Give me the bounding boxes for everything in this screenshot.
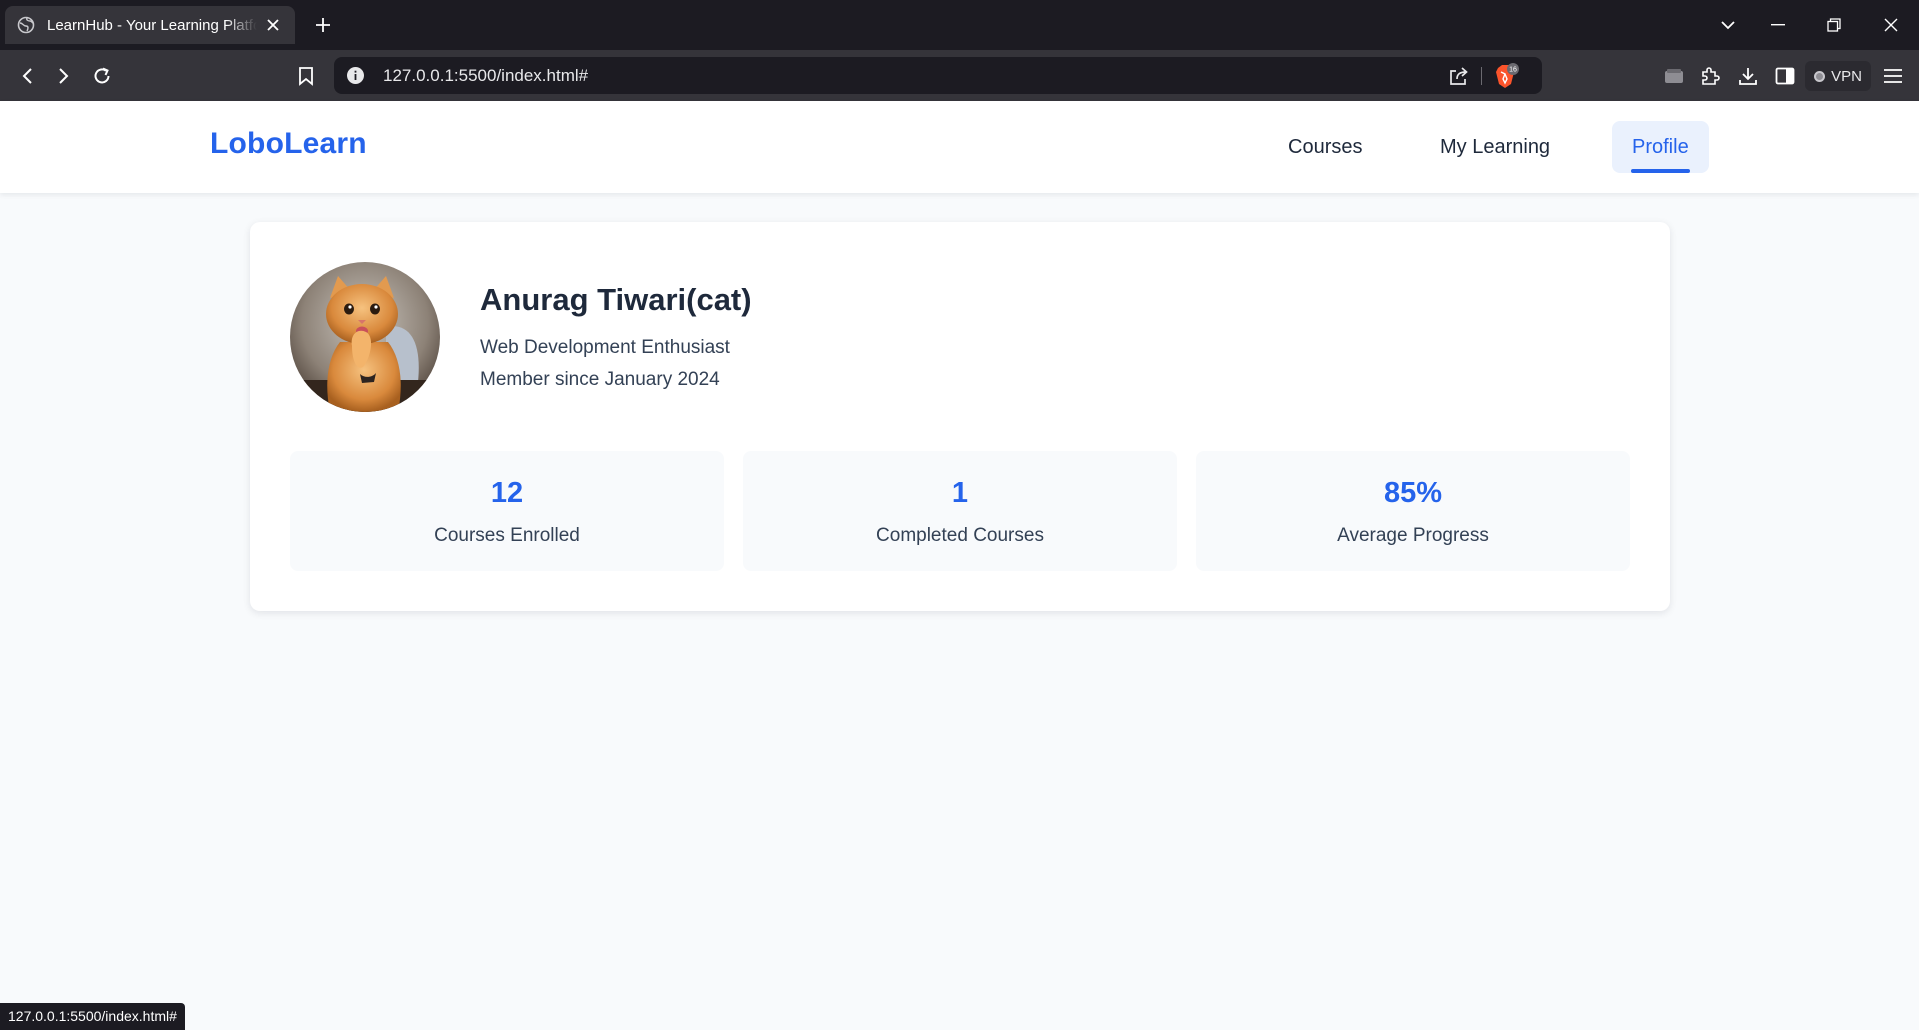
- close-window-icon[interactable]: [1876, 10, 1906, 40]
- profile-tagline: Web Development Enthusiast: [480, 337, 730, 358]
- stat-value: 1: [951, 477, 969, 509]
- link-status-tooltip: 127.0.0.1:5500/index.html#: [0, 1003, 185, 1030]
- active-tab-indicator: [1631, 169, 1690, 173]
- stat-value: 12: [490, 477, 524, 509]
- vpn-status-icon: [1814, 70, 1826, 82]
- reload-icon[interactable]: [88, 62, 116, 90]
- browser-tab[interactable]: LearnHub - Your Learning Platform: [5, 6, 295, 44]
- new-tab-icon[interactable]: [310, 12, 336, 38]
- stat-value: 85%: [1383, 477, 1443, 509]
- url-text[interactable]: 127.0.0.1:5500/index.html#: [383, 57, 588, 94]
- profile-card: Anurag Tiwari(cat) Web Development Enthu…: [250, 222, 1670, 611]
- bookmark-icon[interactable]: [292, 62, 320, 90]
- site-info-icon[interactable]: [346, 66, 365, 85]
- nav-link-profile[interactable]: Profile: [1612, 121, 1709, 173]
- nav-link-label: Courses: [1288, 136, 1363, 158]
- profile-name: Anurag Tiwari(cat): [480, 282, 752, 317]
- extensions-icon[interactable]: [1697, 63, 1723, 89]
- forward-icon[interactable]: [50, 62, 78, 90]
- nav-link-courses[interactable]: Courses: [1268, 121, 1382, 173]
- stat-label: Average Progress: [1337, 525, 1489, 546]
- restore-icon[interactable]: [1819, 10, 1849, 40]
- cat-avatar-image: [290, 262, 440, 412]
- tab-list-chevron-icon[interactable]: [1713, 10, 1743, 40]
- web-page: LoboLearn Courses My Learning Profile An…: [0, 101, 1919, 1030]
- stat-label: Courses Enrolled: [434, 525, 580, 546]
- avatar: [290, 262, 440, 412]
- vpn-label: VPN: [1831, 67, 1862, 85]
- share-icon[interactable]: [1448, 65, 1470, 87]
- shields-badge-count: 16: [1509, 67, 1517, 74]
- site-navbar: LoboLearn Courses My Learning Profile: [0, 101, 1919, 193]
- wallet-icon[interactable]: [1661, 63, 1687, 89]
- menu-icon[interactable]: [1880, 63, 1906, 89]
- back-icon[interactable]: [13, 62, 41, 90]
- brave-shields-icon[interactable]: 16: [1494, 63, 1520, 89]
- sidebar-toggle-icon[interactable]: [1772, 63, 1798, 89]
- stat-label: Completed Courses: [876, 525, 1044, 546]
- site-logo[interactable]: LoboLearn: [210, 127, 367, 161]
- minimize-icon[interactable]: [1763, 10, 1793, 40]
- tab-title: LearnHub - Your Learning Platform: [47, 16, 257, 34]
- vpn-button[interactable]: VPN: [1805, 61, 1871, 91]
- browser-toolbar: 127.0.0.1:5500/index.html# 16 VPN: [0, 50, 1919, 101]
- address-bar-divider: [1481, 67, 1482, 85]
- browser-title-bar: LearnHub - Your Learning Platform: [0, 0, 1919, 50]
- nav-link-label: Profile: [1632, 136, 1689, 158]
- stat-card-completed-courses: 1 Completed Courses: [743, 451, 1177, 571]
- profile-member-since: Member since January 2024: [480, 369, 720, 390]
- nav-link-my-learning[interactable]: My Learning: [1420, 121, 1570, 173]
- address-bar[interactable]: 127.0.0.1:5500/index.html# 16: [334, 57, 1542, 94]
- stat-card-average-progress: 85% Average Progress: [1196, 451, 1630, 571]
- close-tab-icon[interactable]: [263, 15, 283, 35]
- globe-icon: [17, 16, 35, 34]
- stat-card-courses-enrolled: 12 Courses Enrolled: [290, 451, 724, 571]
- nav-link-label: My Learning: [1440, 136, 1551, 158]
- download-icon[interactable]: [1735, 63, 1761, 89]
